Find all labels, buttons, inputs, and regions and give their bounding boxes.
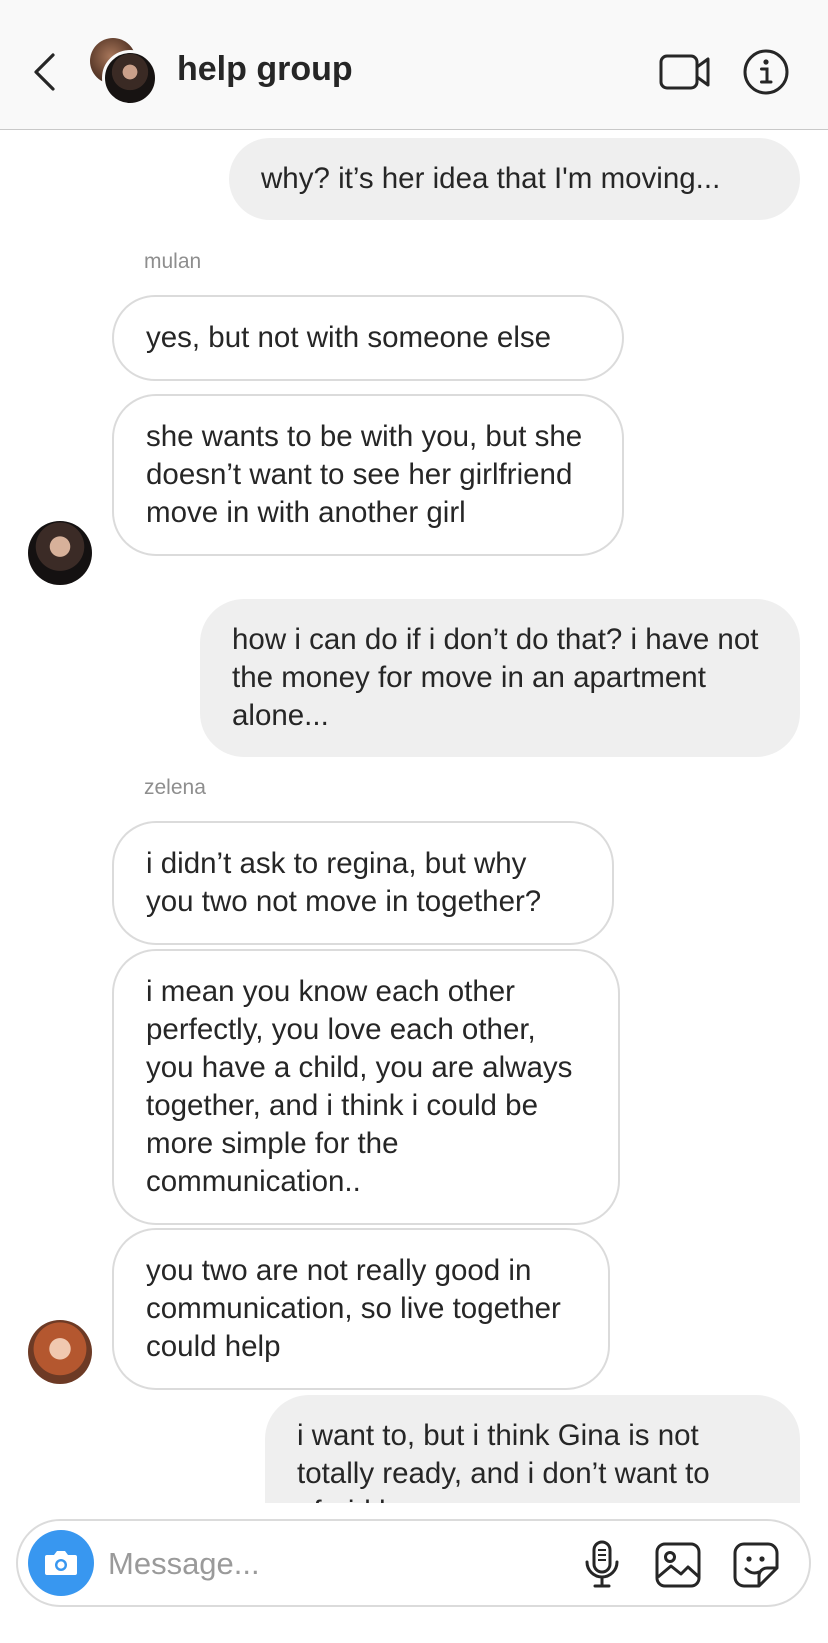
group-title[interactable]: help group (177, 50, 353, 89)
video-camera-icon (659, 54, 710, 90)
outgoing-message[interactable]: i want to, but i think Gina is not total… (265, 1395, 800, 1503)
sender-name: mulan (144, 250, 202, 273)
chat-header: help group (0, 0, 828, 130)
video-call-button[interactable] (659, 48, 711, 96)
voice-message-button[interactable] (576, 1537, 628, 1593)
message-input[interactable] (108, 1539, 538, 1589)
incoming-message[interactable]: she wants to be with you, but she doesn’… (112, 394, 624, 556)
member-avatar (102, 50, 158, 106)
message-composer (16, 1519, 811, 1607)
info-button[interactable] (740, 46, 792, 98)
group-avatar[interactable] (90, 38, 160, 108)
avatar[interactable] (28, 1320, 92, 1384)
avatar[interactable] (28, 521, 92, 585)
sticker-icon (733, 1542, 779, 1588)
incoming-message[interactable]: you two are not really good in communica… (112, 1228, 610, 1390)
image-icon (655, 1542, 701, 1588)
chevron-left-icon (34, 53, 55, 91)
outgoing-message[interactable]: how i can do if i don’t do that? i have … (200, 599, 800, 757)
incoming-message[interactable]: yes, but not with someone else (112, 295, 624, 381)
incoming-message[interactable]: i didn’t ask to regina, but why you two … (112, 821, 614, 945)
camera-icon (45, 1551, 77, 1575)
outgoing-message[interactable]: why? it’s her idea that I'm moving... (229, 138, 800, 220)
incoming-message[interactable]: i mean you know each other perfectly, yo… (112, 949, 620, 1225)
sticker-button[interactable] (729, 1538, 783, 1592)
camera-button[interactable] (28, 1530, 94, 1596)
info-icon (743, 49, 789, 95)
message-thread[interactable]: why? it’s her idea that I'm moving... mu… (0, 131, 828, 1503)
back-button[interactable] (24, 44, 64, 100)
microphone-icon (585, 1540, 619, 1588)
gallery-button[interactable] (651, 1538, 705, 1592)
sender-name: zelena (144, 776, 206, 799)
